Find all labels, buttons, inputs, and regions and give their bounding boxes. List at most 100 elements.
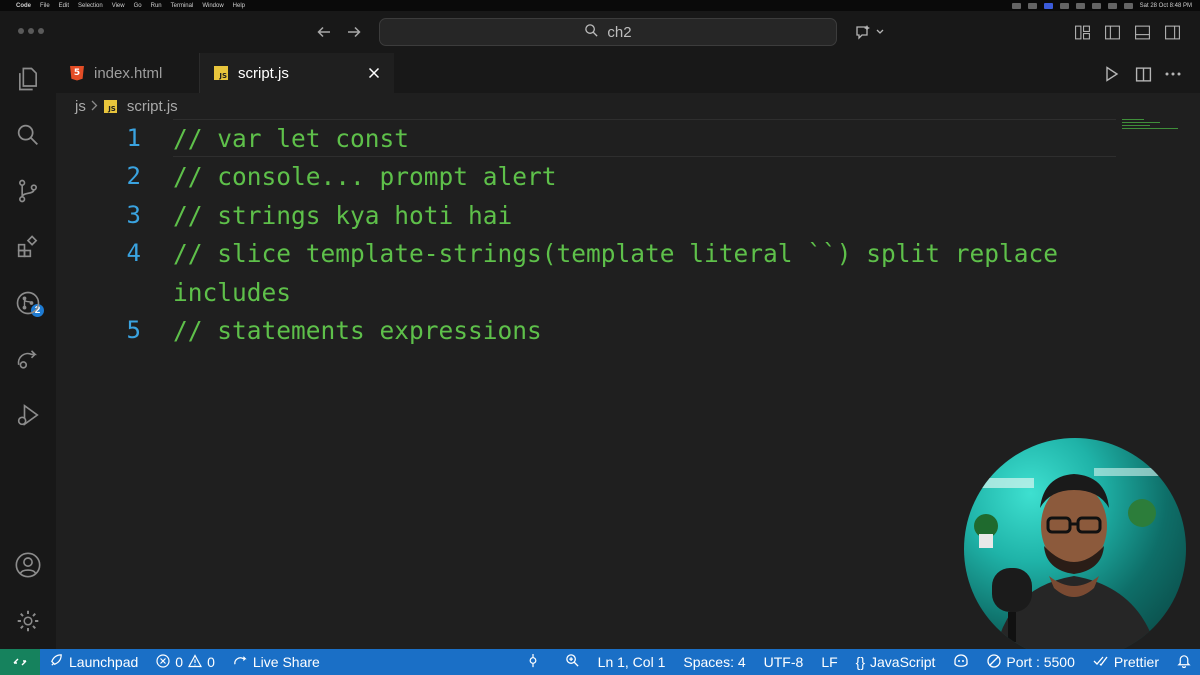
forward-arrow-icon[interactable]	[343, 21, 365, 43]
braces-icon: {}	[855, 654, 866, 670]
title-bar: ch2	[0, 11, 1200, 53]
source-control-icon[interactable]	[12, 175, 44, 207]
code-comment: // strings kya hoti hai	[173, 200, 513, 230]
launchpad-item[interactable]: Launchpad	[40, 649, 147, 675]
language-label: JavaScript	[870, 654, 936, 670]
menu-run[interactable]: Run	[151, 3, 162, 9]
zoom-item[interactable]	[556, 649, 589, 675]
live-server-port[interactable]: Port : 5500	[978, 649, 1084, 675]
accounts-icon[interactable]	[12, 549, 44, 581]
menubar-datetime[interactable]: Sat 28 Oct 8:48 PM	[1140, 3, 1192, 9]
js-icon: JS	[103, 99, 117, 113]
menu-go[interactable]: Go	[134, 3, 142, 9]
live-share-label: Live Share	[252, 654, 320, 670]
problems-item[interactable]: 0 0	[147, 649, 224, 675]
tray-icon[interactable]	[1059, 2, 1069, 9]
error-count: 0	[175, 654, 184, 670]
code-comment-wrap: includes	[173, 277, 292, 307]
code-comment: // slice template-strings(template liter…	[173, 238, 1059, 268]
workspace-name: ch2	[607, 23, 632, 41]
zoom-icon	[565, 653, 580, 671]
presenter-image	[974, 468, 1164, 660]
close-icon[interactable]	[366, 65, 382, 81]
notifications-item[interactable]	[1168, 649, 1200, 675]
commit-icon	[527, 653, 539, 671]
double-check-icon	[1093, 654, 1109, 670]
explorer-icon[interactable]	[12, 63, 44, 95]
run-and-debug-icon[interactable]	[12, 399, 44, 431]
extensions-icon[interactable]	[12, 231, 44, 263]
tray-icon[interactable]	[1027, 2, 1037, 9]
indentation[interactable]: Spaces: 4	[674, 649, 754, 675]
customize-layout-icon[interactable]	[1071, 21, 1093, 43]
remote-icon	[13, 658, 27, 666]
menu-file[interactable]: File	[40, 3, 50, 9]
toggle-primary-sidebar-icon[interactable]	[1101, 21, 1123, 43]
webcam-overlay	[964, 438, 1186, 660]
port-label: Port : 5500	[1006, 654, 1075, 670]
language-mode[interactable]: {} JavaScript	[847, 649, 945, 675]
more-actions-icon[interactable]	[1162, 63, 1184, 85]
minimap[interactable]	[1122, 119, 1180, 139]
menu-help[interactable]: Help	[233, 3, 245, 9]
search-icon[interactable]	[12, 119, 44, 151]
launchpad-label: Launchpad	[69, 654, 139, 670]
copilot-icon	[953, 653, 969, 671]
code-comment: // var let const	[173, 123, 410, 153]
tab-index-html[interactable]: 5 index.html	[56, 53, 200, 93]
menu-terminal[interactable]: Terminal	[171, 3, 194, 9]
tab-label: script.js	[238, 64, 289, 82]
live-share-icon	[233, 653, 248, 671]
no-entry-icon	[987, 653, 1002, 671]
timeline-item[interactable]	[518, 649, 548, 675]
toggle-secondary-sidebar-icon[interactable]	[1161, 21, 1183, 43]
warning-icon	[188, 653, 203, 671]
menu-view[interactable]: View	[112, 3, 125, 9]
tray-icon[interactable]	[1011, 2, 1021, 9]
line-number: 4	[126, 239, 141, 267]
prettier-label: Prettier	[1113, 654, 1159, 670]
command-center-search[interactable]: ch2	[379, 18, 837, 46]
live-share-icon[interactable]	[12, 343, 44, 375]
line-number: 3	[126, 201, 141, 229]
tab-label: index.html	[94, 64, 163, 82]
breadcrumb-folder[interactable]: js	[75, 98, 86, 115]
menu-edit[interactable]: Edit	[59, 3, 69, 9]
toggle-panel-icon[interactable]	[1131, 21, 1153, 43]
breadcrumb-file[interactable]: script.js	[127, 98, 178, 115]
tab-script-js[interactable]: JS script.js	[200, 53, 394, 93]
end-of-line[interactable]: LF	[812, 649, 846, 675]
editor-tab-bar: 5 index.html JS script.js	[56, 53, 1200, 93]
error-icon	[156, 653, 170, 671]
code-comment: // console... prompt alert	[173, 161, 557, 191]
breadcrumb: js JS script.js	[56, 93, 1200, 119]
menu-code[interactable]: Code	[16, 3, 31, 9]
wifi-icon[interactable]	[1091, 2, 1101, 9]
chevron-right-icon	[91, 99, 98, 114]
status-bar: Launchpad 0 0 Live Share Ln 1, Col 1 Spa…	[0, 649, 1200, 675]
copilot-icon[interactable]	[852, 21, 888, 43]
tray-icon[interactable]	[1075, 2, 1085, 9]
menu-window[interactable]: Window	[202, 3, 223, 9]
prettier-item[interactable]: Prettier	[1084, 649, 1168, 675]
tray-icon[interactable]	[1043, 2, 1053, 9]
line-number: 1	[126, 124, 141, 152]
macos-menu-bar: Code File Edit Selection View Go Run Ter…	[0, 0, 1200, 11]
window-controls[interactable]	[18, 28, 44, 34]
back-arrow-icon[interactable]	[313, 21, 335, 43]
menu-selection[interactable]: Selection	[78, 3, 103, 9]
manage-gear-icon[interactable]	[12, 605, 44, 637]
line-number: 5	[126, 316, 141, 344]
run-play-icon[interactable]	[1101, 63, 1123, 85]
code-comment: // statements expressions	[173, 315, 542, 345]
split-editor-icon[interactable]	[1132, 63, 1154, 85]
control-center-icon[interactable]	[1123, 2, 1133, 9]
remote-indicator[interactable]	[0, 649, 40, 675]
encoding[interactable]: UTF-8	[755, 649, 813, 675]
copilot-status[interactable]	[944, 649, 978, 675]
search-icon[interactable]	[1107, 2, 1117, 9]
search-icon	[584, 23, 599, 42]
pull-requests-icon[interactable]	[12, 287, 44, 319]
cursor-position[interactable]: Ln 1, Col 1	[589, 649, 675, 675]
live-share-item[interactable]: Live Share	[224, 649, 329, 675]
